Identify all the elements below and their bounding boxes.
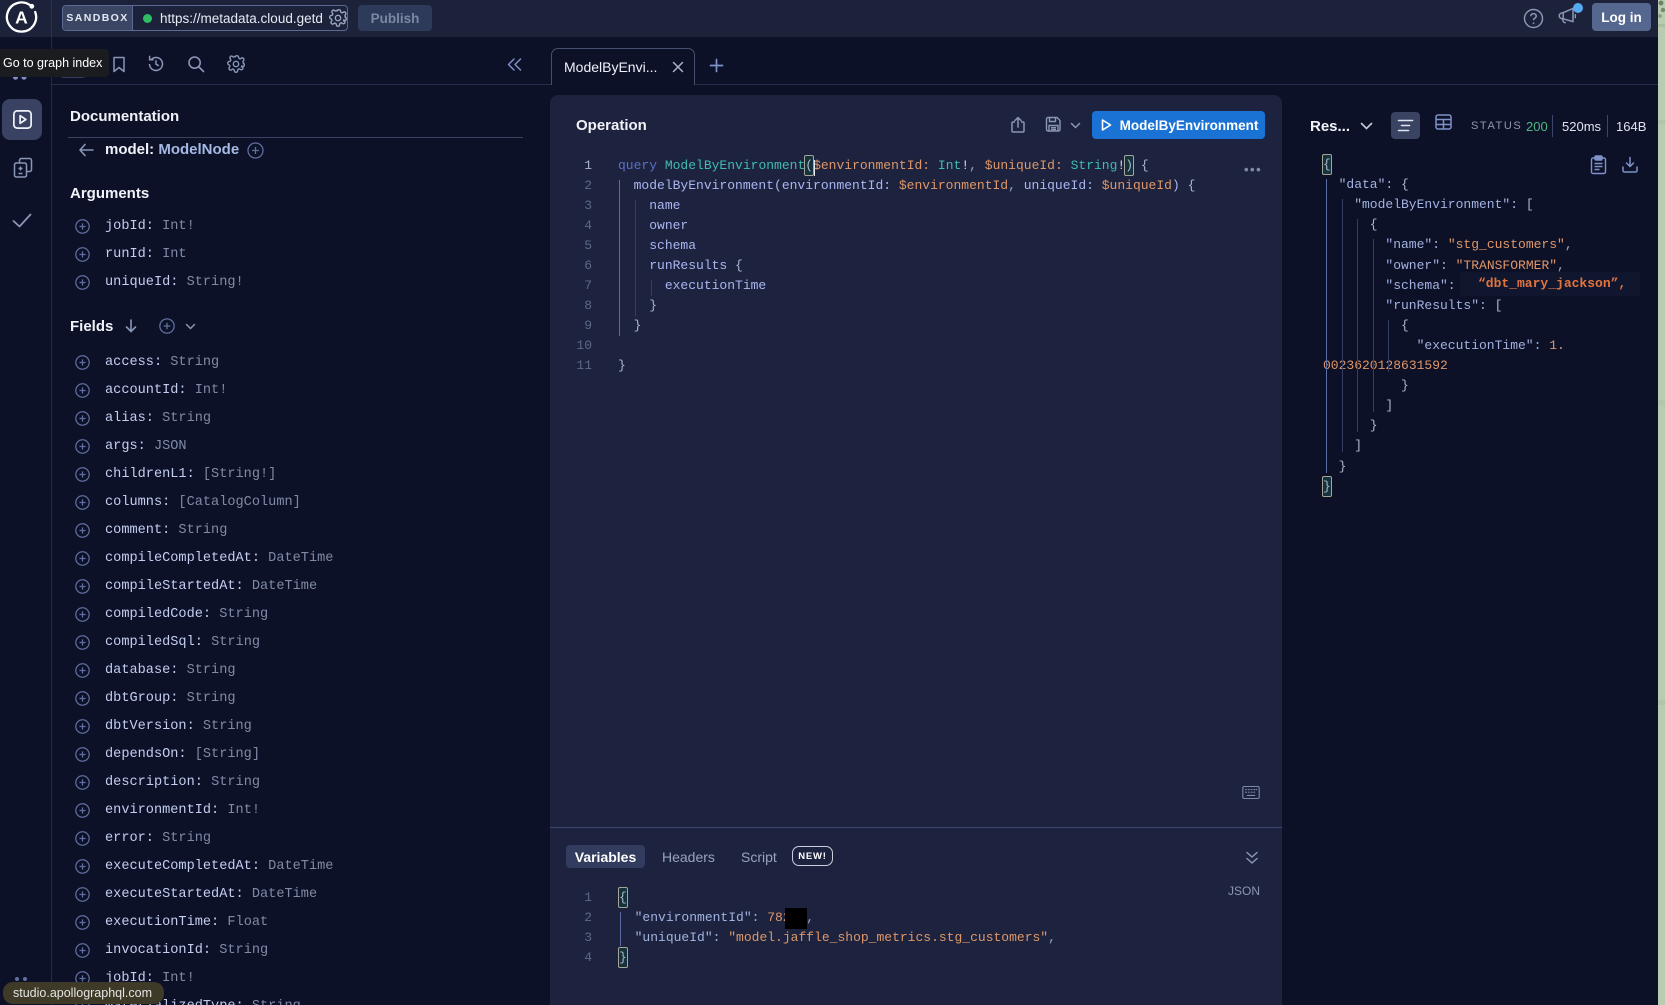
svg-text:A: A — [15, 8, 28, 28]
